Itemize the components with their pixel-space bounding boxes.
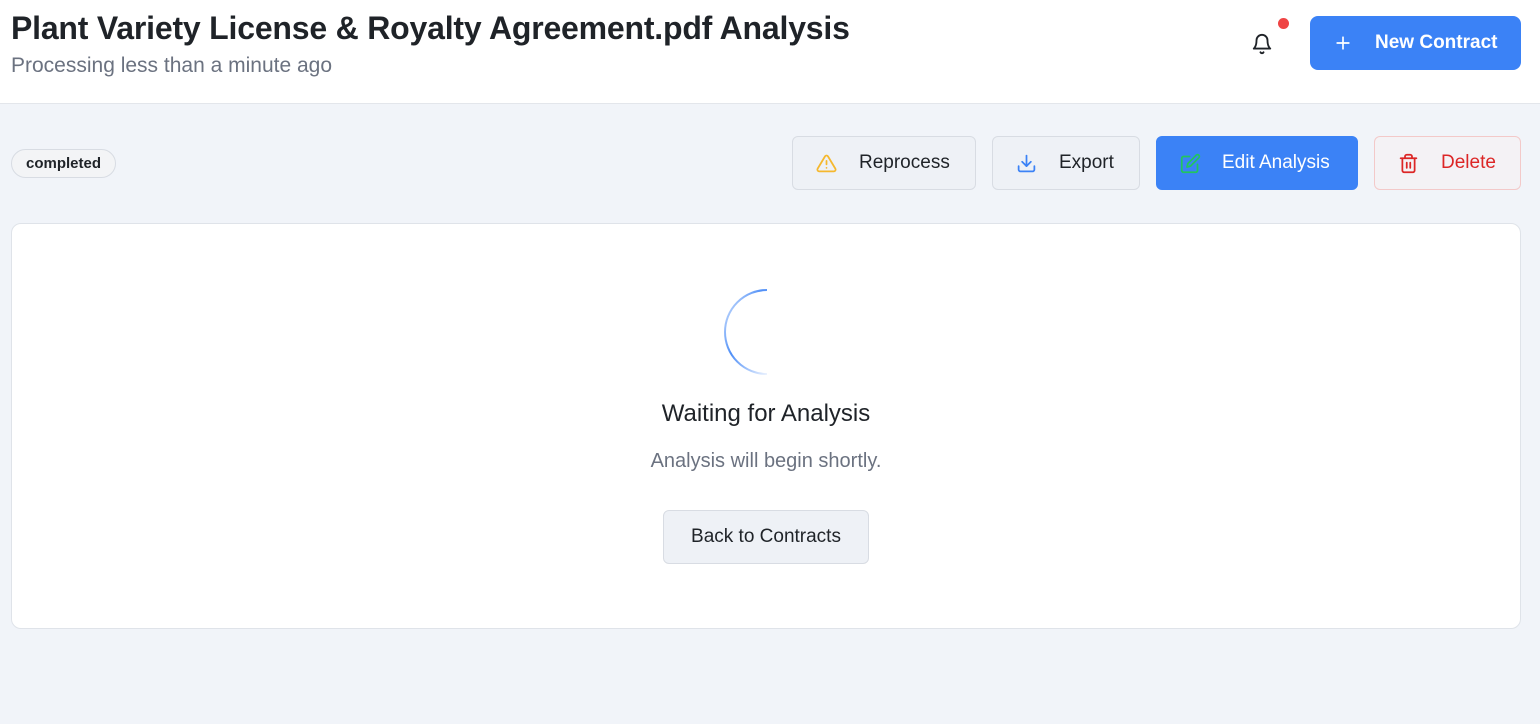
- notification-dot: [1278, 18, 1289, 29]
- new-contract-button[interactable]: New Contract: [1310, 16, 1521, 70]
- download-icon: [1015, 152, 1037, 174]
- reprocess-label: Reprocess: [859, 152, 950, 173]
- back-to-contracts-button[interactable]: Back to Contracts: [663, 510, 869, 564]
- bell-icon: [1252, 34, 1272, 55]
- waiting-message: Analysis will begin shortly.: [650, 450, 882, 472]
- page-subtitle: Processing less than a minute ago: [11, 54, 333, 77]
- delete-label: Delete: [1441, 152, 1496, 173]
- spinner-icon: [724, 289, 768, 375]
- analysis-card: Waiting for Analysis Analysis will begin…: [11, 223, 1521, 629]
- new-contract-label: New Contract: [1375, 32, 1498, 53]
- export-label: Export: [1059, 152, 1114, 173]
- edit-square-icon: [1179, 152, 1201, 174]
- export-button[interactable]: Export: [992, 136, 1140, 190]
- trash-icon: [1397, 152, 1419, 174]
- status-badge: completed: [11, 149, 117, 178]
- plus-icon: [1332, 32, 1354, 54]
- warning-triangle-icon: [815, 152, 837, 174]
- reprocess-button[interactable]: Reprocess: [792, 136, 976, 190]
- notifications-button[interactable]: [1248, 30, 1276, 58]
- waiting-title: Waiting for Analysis: [661, 400, 871, 427]
- edit-analysis-label: Edit Analysis: [1222, 152, 1330, 173]
- delete-button[interactable]: Delete: [1374, 136, 1521, 190]
- page-title: Plant Variety License & Royalty Agreemen…: [11, 10, 850, 46]
- top-bar: Plant Variety License & Royalty Agreemen…: [0, 0, 1540, 104]
- edit-analysis-button[interactable]: Edit Analysis: [1156, 136, 1358, 190]
